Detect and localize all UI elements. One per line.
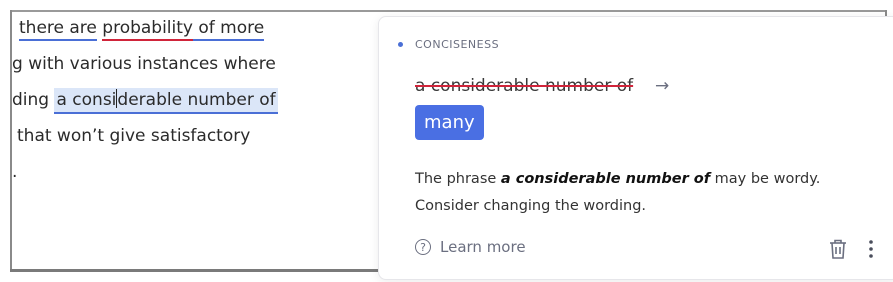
underlined-text[interactable]: there are bbox=[19, 18, 97, 41]
explanation-phrase: a considerable number of bbox=[500, 171, 711, 187]
underlined-text[interactable]: of more bbox=[192, 18, 265, 41]
original-phrase: a considerable number of bbox=[415, 76, 634, 96]
editor-line: there are probability of more bbox=[19, 16, 265, 41]
editor-line: that won’t give satisfactory bbox=[17, 126, 251, 146]
phrase-part: derable number of bbox=[117, 90, 276, 110]
app-window: there are probability of more g with var… bbox=[0, 0, 893, 282]
phrase-part: a consi bbox=[56, 90, 117, 110]
line-text: ding bbox=[12, 90, 55, 110]
learn-more-link[interactable]: ? Learn more bbox=[415, 238, 526, 256]
more-vertical-icon[interactable] bbox=[866, 238, 876, 260]
explanation-text: The phrase bbox=[415, 171, 501, 187]
learn-more-label: Learn more bbox=[440, 238, 526, 256]
accept-suggestion-button[interactable]: many bbox=[415, 105, 484, 140]
error-underlined-text[interactable]: probability bbox=[102, 18, 193, 41]
suggestion-card: CONCISENESS a considerable number of → m… bbox=[378, 16, 893, 280]
arrow-right-icon: → bbox=[655, 76, 670, 96]
editor-line: ding a considerable number of bbox=[12, 88, 278, 114]
text-editor[interactable]: there are probability of more g with var… bbox=[12, 12, 382, 270]
editor-line: . bbox=[12, 162, 18, 182]
category-dot bbox=[398, 42, 403, 47]
suggestion-explanation: The phrase a considerable number of may … bbox=[415, 166, 835, 220]
highlighted-phrase[interactable]: a considerable number of bbox=[54, 88, 278, 114]
editor-line: g with various instances where bbox=[12, 54, 276, 74]
question-circle-icon: ? bbox=[415, 239, 431, 255]
trash-icon[interactable] bbox=[828, 238, 848, 260]
category-label: CONCISENESS bbox=[415, 38, 500, 51]
